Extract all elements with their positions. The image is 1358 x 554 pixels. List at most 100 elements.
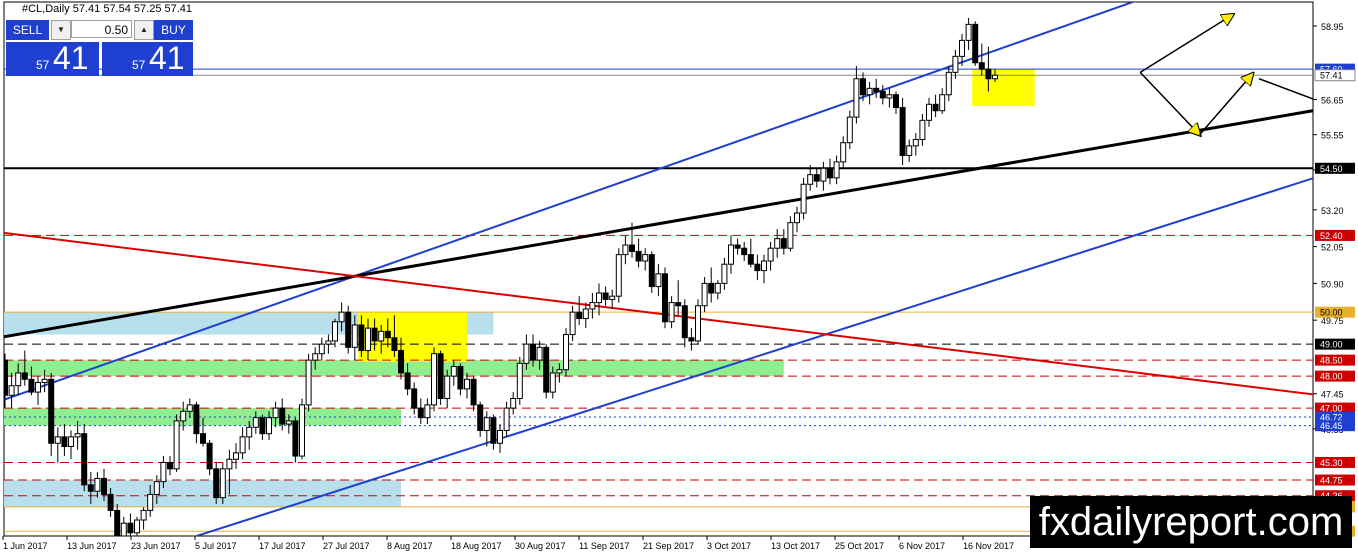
plot-area (4, 2, 1313, 536)
one-click-trading-panel: SELL ▼ 0.50 ▲ BUY 57 41 57 41 (6, 20, 193, 76)
candle-body (800, 183, 807, 214)
candle-body (437, 353, 444, 400)
candle-body (252, 417, 259, 428)
candle-body (497, 429, 503, 444)
candle-body (239, 436, 246, 454)
candle-body (160, 461, 167, 483)
candle-body (503, 407, 510, 431)
candle-body (74, 433, 81, 438)
candle-body (28, 378, 35, 393)
candle-body (285, 420, 292, 425)
candle-body (516, 362, 523, 400)
candle-body (266, 417, 272, 435)
y-tick-label: 58.95 (1321, 22, 1344, 32)
candle-body (94, 477, 101, 492)
buy-price-box[interactable]: 57 41 (102, 40, 193, 76)
candle-body (899, 107, 906, 156)
candle-body (332, 321, 338, 342)
lot-decrease-chevron-down-icon[interactable]: ▼ (51, 20, 71, 40)
sell-price-small: 57 (36, 58, 50, 72)
candle-body (919, 119, 926, 140)
candle-body (866, 87, 873, 96)
level-price-label: 50.00 (1320, 308, 1343, 318)
candle-body (490, 417, 497, 444)
candle-body (193, 404, 200, 435)
candle-body (345, 311, 352, 348)
candle-body (351, 324, 358, 348)
candle-body (233, 452, 239, 460)
candle-body (655, 273, 662, 288)
y-tick-label: 52.05 (1321, 243, 1344, 253)
candle-body (358, 324, 365, 352)
candle-body (338, 311, 345, 323)
candle-body (477, 404, 484, 431)
candle-body (68, 436, 74, 447)
y-tick-label: 55.55 (1321, 131, 1344, 141)
candle-body (246, 426, 253, 438)
candle-body (470, 378, 477, 406)
candle-body (569, 311, 576, 336)
candle-body (384, 330, 391, 339)
candle-body (932, 103, 939, 112)
x-tick-label: 18 Aug 2017 (451, 541, 502, 551)
candle-body (780, 238, 787, 249)
sell-price-box[interactable]: 57 41 (6, 40, 99, 76)
x-tick-label: 23 Jun 2017 (131, 541, 181, 551)
candle-body (15, 372, 22, 387)
level-price-label: 54.50 (1320, 164, 1343, 174)
x-tick-label: 13 Jun 2017 (67, 541, 117, 551)
buy-button[interactable]: BUY (154, 20, 193, 40)
candle-body (563, 334, 569, 371)
candle-body (959, 39, 965, 57)
candle-body (813, 174, 820, 182)
lot-increase-chevron-up-icon[interactable]: ▲ (134, 20, 154, 40)
candle-body (886, 94, 893, 99)
candle-body (912, 138, 919, 147)
x-tick-label: 13 Oct 2017 (771, 541, 820, 551)
candle-body (299, 404, 305, 457)
candle-body (107, 493, 114, 511)
x-tick-label: 5 Jul 2017 (195, 541, 237, 551)
candle-body (167, 461, 173, 470)
y-tick-label: 50.90 (1321, 279, 1344, 289)
candle-body (774, 238, 781, 249)
candle-body (279, 407, 286, 425)
sell-button[interactable]: SELL (6, 20, 49, 40)
candle-body (483, 417, 490, 431)
candle-body (523, 343, 530, 364)
level-price-label: 48.50 (1320, 356, 1343, 366)
candle-body (675, 302, 682, 307)
zone-3 (4, 480, 401, 507)
candle-body (873, 87, 880, 93)
lot-size-input[interactable]: 0.50 (71, 20, 132, 38)
candle-body (120, 522, 127, 536)
candle-body (985, 68, 992, 80)
x-tick-label: 6 Nov 2017 (899, 541, 945, 551)
x-tick-label: 30 Aug 2017 (515, 541, 566, 551)
candle-body (945, 71, 952, 96)
candle-body (325, 340, 332, 345)
candle-body (8, 385, 15, 396)
symbol-header: #CL,Daily 57.41 57.54 57.25 57.41 (22, 3, 193, 15)
candle-body (54, 436, 61, 444)
level-price-label: 44.75 (1320, 476, 1343, 486)
candle-body (219, 468, 226, 499)
sell-price-big: 41 (53, 40, 89, 76)
x-tick-label: 17 Jul 2017 (259, 541, 306, 551)
candlestick-chart: 58.9556.6555.5554.4553.2052.0550.9049.75… (2, 1, 1356, 551)
candle-body (206, 442, 213, 470)
candle-body (609, 295, 616, 300)
candle-body (794, 212, 800, 224)
zone-1 (4, 360, 784, 377)
x-tick-label: 8 Aug 2017 (387, 541, 433, 551)
candle-body (305, 359, 312, 406)
candle-body (787, 222, 794, 249)
candle-body (939, 94, 946, 112)
forecast-arrow-1 (1139, 71, 1199, 134)
candle-body (767, 247, 774, 262)
candle-body (226, 458, 233, 470)
candle-body (629, 244, 635, 252)
candle-body (457, 366, 464, 390)
x-tick-label: 21 Sep 2017 (643, 541, 694, 551)
candle-body (35, 382, 41, 393)
